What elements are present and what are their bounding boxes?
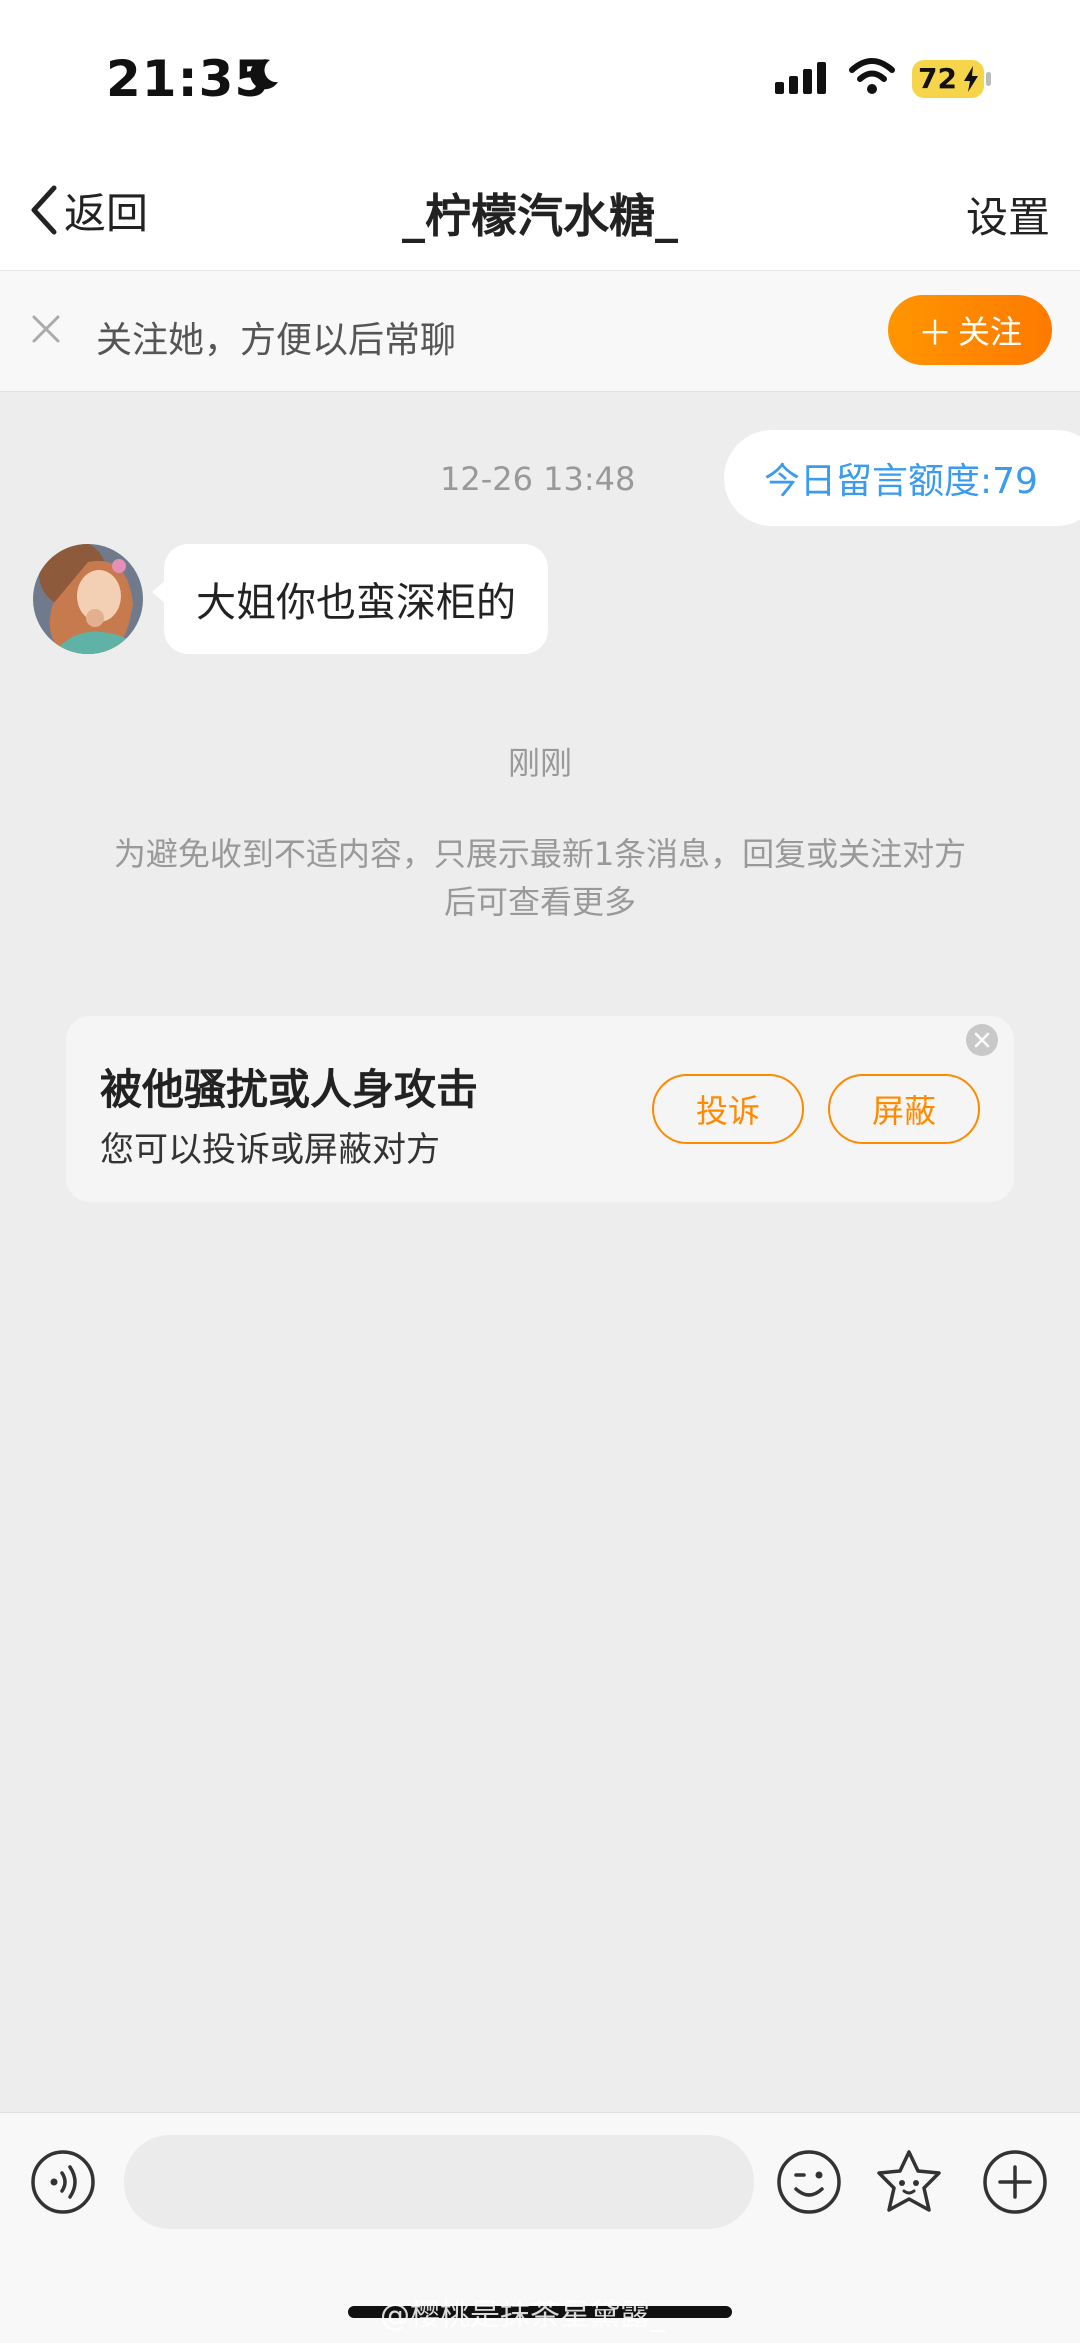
- battery-cap: [986, 72, 991, 86]
- watermark: @樱桃是抹茶星黛露_: [380, 2298, 665, 2333]
- battery-level: 72: [918, 62, 957, 95]
- follow-button[interactable]: ＋ 关注: [888, 295, 1052, 365]
- message-timestamp: 12-26 13:48: [440, 460, 636, 498]
- follow-prompt-text: 关注她，方便以后常聊: [96, 320, 457, 361]
- complain-button[interactable]: 投诉: [652, 1074, 804, 1144]
- report-card-subtitle: 您可以投诉或屏蔽对方: [100, 1130, 440, 1170]
- avatar-image: [33, 544, 143, 654]
- message-limit-notice: 为避免收到不适内容，只展示最新1条消息，回复或关注对方 后可查看更多: [90, 830, 990, 926]
- settings-button[interactable]: 设置: [966, 184, 1050, 245]
- top-bar: 21:35 72 返回 _柠檬汽水糖_ 设置: [0, 0, 1080, 270]
- message-input[interactable]: [124, 2135, 754, 2229]
- block-button[interactable]: 屏蔽: [828, 1074, 980, 1144]
- notice-line-2: 后可查看更多: [443, 883, 636, 921]
- notice-line-1: 为避免收到不适内容，只展示最新1条消息，回复或关注对方: [113, 835, 967, 873]
- follow-banner: 关注她，方便以后常聊 ＋ 关注: [0, 270, 1080, 392]
- follow-button-label: 关注: [957, 314, 1022, 350]
- card-close-button[interactable]: [966, 1024, 998, 1056]
- plus-icon: ＋: [917, 314, 952, 353]
- voice-icon[interactable]: [30, 2149, 96, 2215]
- wifi-icon: [849, 58, 895, 94]
- report-card: 被他骚扰或人身攻击 您可以投诉或屏蔽对方 投诉 屏蔽: [66, 1016, 1014, 1202]
- signal-icon: [775, 62, 826, 94]
- time-label: 刚刚: [507, 744, 572, 782]
- close-icon[interactable]: [30, 313, 62, 345]
- close-icon: [974, 1032, 990, 1048]
- message-quota-badge: 今日留言额度:79: [724, 430, 1080, 526]
- page-title: _柠檬汽水糖_: [402, 189, 678, 243]
- message-bubble[interactable]: 大姐你也蛮深柜的: [164, 544, 548, 654]
- report-card-title: 被他骚扰或人身攻击: [100, 1065, 479, 1114]
- emoji-icon[interactable]: [776, 2149, 842, 2215]
- battery-indicator: 72: [912, 60, 984, 98]
- moon-icon: [250, 59, 278, 90]
- plus-icon[interactable]: [982, 2149, 1048, 2215]
- avatar[interactable]: [33, 544, 143, 654]
- charging-icon: [964, 66, 978, 92]
- sticker-icon[interactable]: [874, 2147, 944, 2217]
